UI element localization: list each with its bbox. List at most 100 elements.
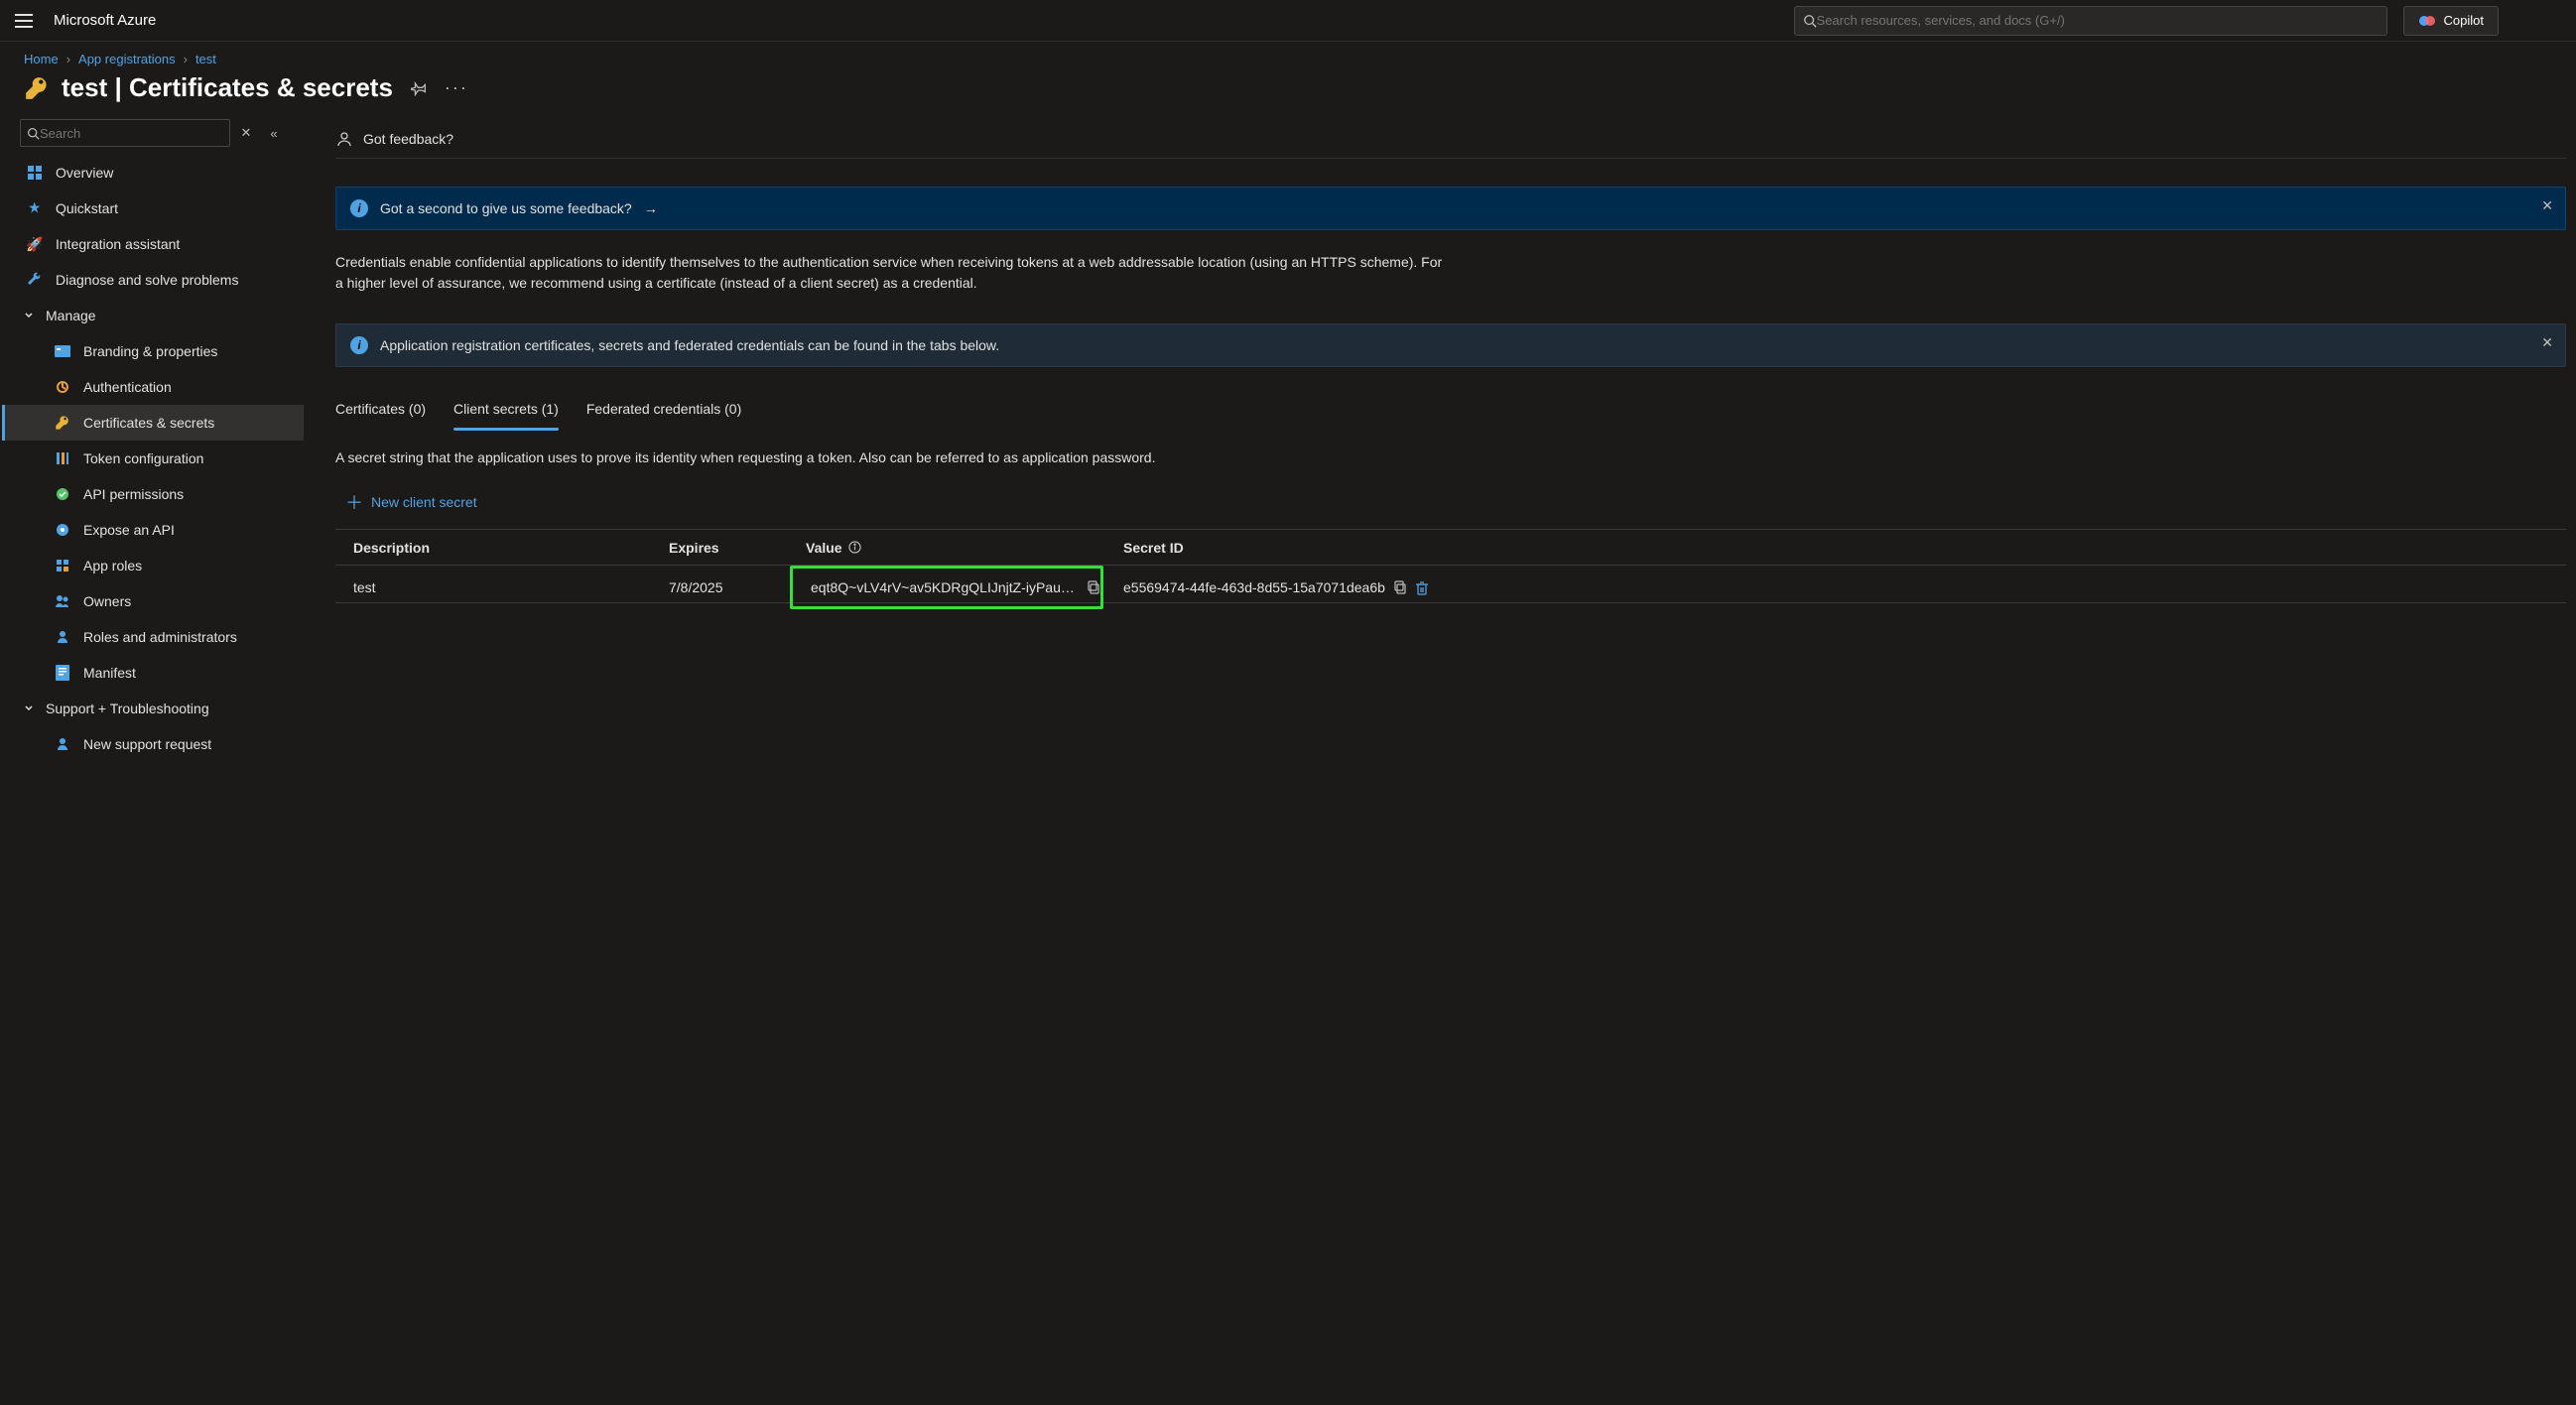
sidebar-item-label: Authentication <box>83 379 172 395</box>
chevron-down-icon <box>24 311 38 320</box>
sidebar-item-branding[interactable]: Branding & properties <box>2 333 304 369</box>
rocket-icon: 🚀 <box>26 235 44 253</box>
breadcrumb-test[interactable]: test <box>195 52 216 66</box>
feedback-banner: i Got a second to give us some feedback?… <box>335 187 2566 230</box>
authentication-icon <box>54 378 71 396</box>
overview-icon <box>26 164 44 182</box>
page-title: test | Certificates & secrets <box>62 72 393 103</box>
tab-client-secrets[interactable]: Client secrets (1) <box>453 391 559 431</box>
cell-description: test <box>335 579 651 595</box>
column-secret-id: Secret ID <box>1105 540 1463 556</box>
breadcrumb-home[interactable]: Home <box>24 52 59 66</box>
feedback-banner-link[interactable]: → <box>644 200 658 216</box>
key-icon <box>24 75 50 101</box>
manifest-icon <box>54 664 71 682</box>
sidebar-item-expose-api[interactable]: Expose an API <box>2 512 304 548</box>
column-expires: Expires <box>651 540 788 556</box>
page-title-section: Certificates & secrets <box>129 72 393 102</box>
copy-icon[interactable] <box>1393 580 1407 594</box>
sidebar-item-manifest[interactable]: Manifest <box>2 655 304 691</box>
sidebar-item-label: Roles and administrators <box>83 629 237 645</box>
tabs: Certificates (0) Client secrets (1) Fede… <box>335 391 2566 432</box>
hamburger-menu[interactable] <box>0 14 48 28</box>
cell-value: eqt8Q~vLV4rV~av5KDRgQLIJnjtZ-iyPauc... <box>790 566 1103 609</box>
new-client-secret-button[interactable]: ＋ New client secret <box>335 489 2566 515</box>
close-icon[interactable]: ✕ <box>2541 197 2553 214</box>
secrets-table: Description Expires Value Secret ID test… <box>335 529 2566 603</box>
sidebar-search[interactable] <box>20 119 230 147</box>
sidebar-group-manage[interactable]: Manage <box>2 298 304 333</box>
column-value: Value <box>788 540 1105 556</box>
tab-description: A secret string that the application use… <box>335 449 2566 465</box>
brand-label[interactable]: Microsoft Azure <box>54 12 156 29</box>
info-icon: i <box>350 336 368 354</box>
sidebar-group-label: Support + Troubleshooting <box>46 701 209 716</box>
key-icon <box>54 414 71 432</box>
credentials-description: Credentials enable confidential applicat… <box>335 252 1447 294</box>
sidebar-item-label: App roles <box>83 558 142 574</box>
feedback-label: Got feedback? <box>363 131 453 147</box>
copy-icon[interactable] <box>1087 580 1100 594</box>
sidebar-item-overview[interactable]: Overview <box>2 155 304 191</box>
tabs-info-banner: i Application registration certificates,… <box>335 323 2566 367</box>
token-icon <box>54 449 71 467</box>
tab-certificates[interactable]: Certificates (0) <box>335 391 426 431</box>
owners-icon <box>54 592 71 610</box>
tabs-info-text: Application registration certificates, s… <box>380 337 999 353</box>
sidebar-item-label: Manifest <box>83 665 136 681</box>
sidebar-item-new-support[interactable]: New support request <box>2 726 304 762</box>
feedback-bar[interactable]: Got feedback? <box>335 119 2566 159</box>
sidebar-item-label: Overview <box>56 165 113 181</box>
sidebar-item-label: Expose an API <box>83 522 175 538</box>
sidebar-item-app-roles[interactable]: App roles <box>2 548 304 583</box>
table-row: test 7/8/2025 eqt8Q~vLV4rV~av5KDRgQLIJnj… <box>335 566 2566 603</box>
delete-icon[interactable] <box>1415 580 1429 595</box>
sidebar-group-support[interactable]: Support + Troubleshooting <box>2 691 304 726</box>
sidebar-item-authentication[interactable]: Authentication <box>2 369 304 405</box>
clear-search-icon[interactable]: ✕ <box>234 121 258 145</box>
wrench-icon <box>26 271 44 289</box>
sidebar-item-integration[interactable]: 🚀 Integration assistant <box>2 226 304 262</box>
copilot-icon <box>2418 12 2436 30</box>
sidebar-item-quickstart[interactable]: Quickstart <box>2 191 304 226</box>
close-icon[interactable]: ✕ <box>2541 334 2553 351</box>
secret-id-text: e5569474-44fe-463d-8d55-15a7071dea6b <box>1123 579 1385 595</box>
pin-icon[interactable] <box>411 80 427 96</box>
tab-federated[interactable]: Federated credentials (0) <box>586 391 741 431</box>
info-icon[interactable] <box>848 541 861 554</box>
chevron-down-icon <box>24 703 38 713</box>
sidebar-item-label: Diagnose and solve problems <box>56 272 238 288</box>
global-search[interactable] <box>1794 6 2387 36</box>
sidebar-item-label: Token configuration <box>83 450 203 466</box>
hamburger-icon <box>15 14 33 28</box>
chevron-right-icon: › <box>184 52 188 66</box>
search-icon <box>1803 14 1817 28</box>
info-icon: i <box>350 199 368 217</box>
sidebar-item-owners[interactable]: Owners <box>2 583 304 619</box>
sidebar-item-label: Branding & properties <box>83 343 217 359</box>
sidebar-item-certificates[interactable]: Certificates & secrets <box>2 405 304 441</box>
sidebar-item-token[interactable]: Token configuration <box>2 441 304 476</box>
sidebar-search-input[interactable] <box>40 126 223 141</box>
collapse-sidebar-icon[interactable]: « <box>262 121 286 145</box>
sidebar-item-api-permissions[interactable]: API permissions <box>2 476 304 512</box>
sidebar-item-diagnose[interactable]: Diagnose and solve problems <box>2 262 304 298</box>
roles-admin-icon <box>54 628 71 646</box>
top-bar: Microsoft Azure Copilot <box>0 0 2576 42</box>
table-header: Description Expires Value Secret ID <box>335 530 2566 566</box>
branding-icon <box>54 342 71 360</box>
cell-expires: 7/8/2025 <box>651 579 788 595</box>
sidebar-item-roles-admins[interactable]: Roles and administrators <box>2 619 304 655</box>
support-icon <box>54 735 71 753</box>
copilot-button[interactable]: Copilot <box>2403 6 2499 36</box>
global-search-input[interactable] <box>1817 13 2379 28</box>
sidebar-item-label: Quickstart <box>56 200 118 216</box>
more-icon[interactable]: ··· <box>445 77 468 98</box>
page-title-row: test | Certificates & secrets ··· <box>0 66 2576 119</box>
new-client-secret-label: New client secret <box>371 494 477 510</box>
sidebar-item-label: Integration assistant <box>56 236 180 252</box>
sidebar-item-label: Certificates & secrets <box>83 415 214 431</box>
expose-api-icon <box>54 521 71 539</box>
sidebar: ✕ « Overview Quickstart 🚀 Integration as… <box>0 119 306 762</box>
breadcrumb-app-registrations[interactable]: App registrations <box>78 52 176 66</box>
